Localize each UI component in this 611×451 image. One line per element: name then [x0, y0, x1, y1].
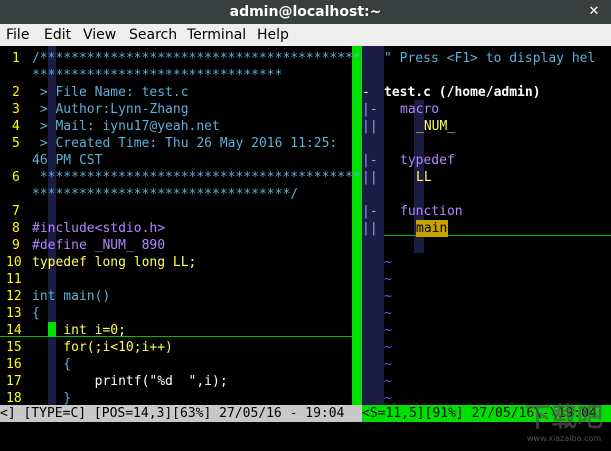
- empty-line-tilde: ~: [384, 255, 392, 270]
- close-icon[interactable]: ✕: [585, 3, 603, 21]
- code-line-10: 10 typedef long long LL;: [6, 255, 197, 270]
- terminal-window: admin@localhost:~ ✕ File Edit View Searc…: [0, 0, 611, 451]
- empty-line-tilde: ~: [384, 306, 392, 321]
- code-line-15: 15 for(;i<10;i++): [6, 340, 173, 355]
- taglist-fold: |-: [362, 204, 378, 219]
- taglist-fold: ||: [362, 119, 378, 134]
- code-line-1-wrap: ********************************: [32, 68, 283, 83]
- code-line-5: 5 > Created Time: Thu 26 May 2016 11:25:: [12, 136, 338, 151]
- code-line-16: 16 {: [6, 357, 72, 372]
- window-titlebar[interactable]: admin@localhost:~ ✕: [0, 0, 611, 24]
- code-line-17: 17 printf("%d ",i);: [6, 374, 228, 389]
- code-line-9: 9 #define _NUM_ 890: [12, 238, 166, 253]
- taglist-help: " Press <F1> to display hel: [384, 51, 596, 66]
- status-text-left: <] [TYPE=C] [POS=14,3][63%] 27/05/16 - 1…: [0, 406, 345, 421]
- taglist-tag-num[interactable]: _NUM_: [416, 118, 455, 135]
- menu-edit[interactable]: Edit: [44, 24, 71, 46]
- menu-file[interactable]: File: [6, 24, 29, 46]
- empty-line-tilde: ~: [384, 289, 392, 304]
- empty-line-tilde: ~: [384, 340, 392, 355]
- menu-view[interactable]: View: [83, 24, 116, 46]
- code-line-4: 4 > Mail: iynu17@yeah.net: [12, 119, 220, 134]
- menu-help[interactable]: Help: [257, 24, 289, 46]
- code-line-14: 14 int i=0;: [6, 323, 126, 338]
- taglist-fold: ||: [362, 221, 378, 236]
- menu-search[interactable]: Search: [129, 24, 177, 46]
- code-line-8: 8 #include<stdio.h>: [12, 221, 166, 236]
- empty-line-tilde: ~: [384, 357, 392, 372]
- watermark-title: 下载吧: [524, 403, 603, 433]
- code-line-6: 6 **************************************…: [12, 170, 361, 185]
- code-line-6-wrap: *********************************/: [32, 187, 299, 202]
- taglist-file[interactable]: test.c (/home/admin): [384, 84, 541, 101]
- terminal-area[interactable]: 1 /*************************************…: [0, 46, 611, 451]
- menu-bar: File Edit View Search Terminal Help: [0, 24, 611, 46]
- code-line-3: 3 > Author:Lynn-Zhang: [12, 102, 189, 117]
- code-line-11: 11: [6, 272, 22, 287]
- taglist-fold: |-: [362, 153, 378, 168]
- empty-line-tilde: ~: [384, 374, 392, 389]
- watermark: 下载吧 www.xiazaiba.com: [525, 397, 603, 443]
- taglist-group-macro[interactable]: macro: [400, 101, 439, 118]
- taglist-fold: |-: [362, 102, 378, 117]
- empty-line-tilde: ~: [384, 272, 392, 287]
- taglist-group-function[interactable]: function: [400, 203, 463, 220]
- code-line-13: 13 {: [6, 306, 40, 321]
- status-bar-left: <] [TYPE=C] [POS=14,3][63%] 27/05/16 - 1…: [0, 405, 352, 422]
- empty-line-tilde: ~: [384, 323, 392, 338]
- code-line-5-wrap: 46 PM CST: [32, 153, 103, 168]
- status-gap: [352, 405, 362, 422]
- code-line-12: 12 int main(): [6, 289, 111, 304]
- taglist-group-typedef[interactable]: typedef: [400, 152, 455, 169]
- menu-terminal[interactable]: Terminal: [187, 24, 246, 46]
- taglist-file-marker: -: [362, 85, 370, 100]
- watermark-sub: www.xiazaiba.com: [526, 434, 602, 443]
- taglist-tag-main[interactable]: main: [416, 220, 447, 237]
- window-title: admin@localhost:~: [229, 4, 382, 20]
- taglist-tag-ll[interactable]: LL: [416, 169, 432, 186]
- taglist-fold: ||: [362, 170, 378, 185]
- code-line-7: 7: [12, 204, 20, 219]
